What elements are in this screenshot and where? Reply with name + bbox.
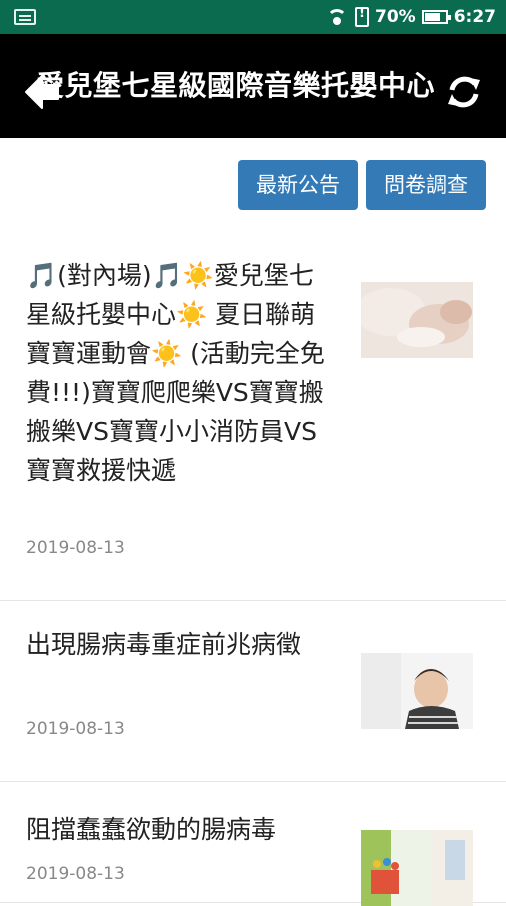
list-item[interactable]: 🎵(對內場)🎵☀️愛兒堡七星級托嬰中心☀️ 夏日聯萌寶寶運動會☀️ (活動完全免… bbox=[0, 238, 506, 601]
post-list: 🎵(對內場)🎵☀️愛兒堡七星級托嬰中心☀️ 夏日聯萌寶寶運動會☀️ (活動完全免… bbox=[0, 238, 506, 906]
sim-alert-icon bbox=[355, 6, 369, 27]
item-date: 2019-08-13 bbox=[26, 864, 125, 884]
battery-percent: 70% bbox=[375, 7, 416, 27]
app-bar: 愛兒堡七星級國際音樂托嬰中心 bbox=[0, 34, 506, 138]
item-thumbnail bbox=[361, 282, 473, 358]
status-bar: 70% 6:27 bbox=[0, 0, 506, 34]
item-thumbnail bbox=[361, 830, 473, 906]
item-date: 2019-08-13 bbox=[26, 719, 125, 739]
wifi-icon bbox=[325, 7, 349, 27]
battery-icon bbox=[421, 10, 451, 24]
app-title: 愛兒堡七星級國際音樂托嬰中心 bbox=[36, 69, 436, 102]
keyboard-icon bbox=[14, 9, 36, 25]
refresh-icon[interactable] bbox=[444, 72, 484, 112]
item-thumbnail bbox=[361, 653, 473, 729]
back-arrow-icon[interactable] bbox=[22, 72, 62, 112]
item-date: 2019-08-13 bbox=[26, 538, 125, 558]
list-item[interactable]: 出現腸病毒重症前兆病徵 2019-08-13 bbox=[0, 601, 506, 782]
item-title: 阻擋蠢蠢欲動的腸病毒 bbox=[26, 815, 277, 844]
list-item[interactable]: 阻擋蠢蠢欲動的腸病毒 2019-08-13 bbox=[0, 782, 506, 906]
survey-button[interactable]: 問卷調查 bbox=[366, 160, 486, 210]
item-title: 🎵(對內場)🎵☀️愛兒堡七星級托嬰中心☀️ 夏日聯萌寶寶運動會☀️ (活動完全免… bbox=[26, 261, 325, 485]
news-button[interactable]: 最新公告 bbox=[238, 160, 358, 210]
clock: 6:27 bbox=[453, 7, 496, 27]
action-buttons: 最新公告 問卷調查 bbox=[238, 160, 486, 210]
item-title: 出現腸病毒重症前兆病徵 bbox=[26, 630, 302, 659]
status-icons: 70% 6:27 bbox=[325, 0, 496, 34]
